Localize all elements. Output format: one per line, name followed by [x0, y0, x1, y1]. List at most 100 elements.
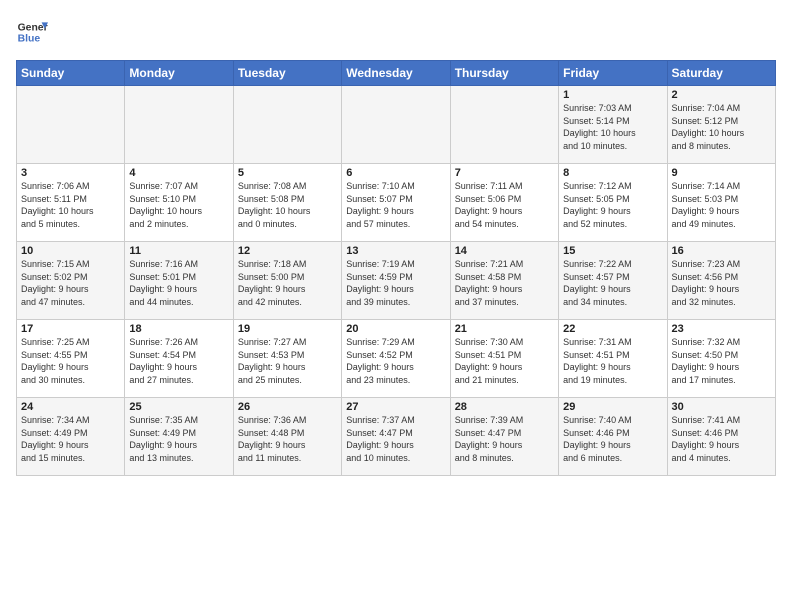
calendar-header-row: SundayMondayTuesdayWednesdayThursdayFrid…	[17, 61, 776, 86]
day-info: Sunrise: 7:35 AM Sunset: 4:49 PM Dayligh…	[129, 414, 228, 464]
day-info: Sunrise: 7:23 AM Sunset: 4:56 PM Dayligh…	[672, 258, 771, 308]
day-info: Sunrise: 7:34 AM Sunset: 4:49 PM Dayligh…	[21, 414, 120, 464]
day-number: 12	[238, 245, 337, 257]
calendar-cell: 10Sunrise: 7:15 AM Sunset: 5:02 PM Dayli…	[17, 242, 125, 320]
day-number: 11	[129, 245, 228, 257]
day-info: Sunrise: 7:10 AM Sunset: 5:07 PM Dayligh…	[346, 180, 445, 230]
calendar-cell: 27Sunrise: 7:37 AM Sunset: 4:47 PM Dayli…	[342, 398, 450, 476]
calendar-cell: 3Sunrise: 7:06 AM Sunset: 5:11 PM Daylig…	[17, 164, 125, 242]
calendar-cell: 7Sunrise: 7:11 AM Sunset: 5:06 PM Daylig…	[450, 164, 558, 242]
day-info: Sunrise: 7:16 AM Sunset: 5:01 PM Dayligh…	[129, 258, 228, 308]
day-number: 15	[563, 245, 662, 257]
calendar-cell	[342, 86, 450, 164]
calendar-cell: 1Sunrise: 7:03 AM Sunset: 5:14 PM Daylig…	[559, 86, 667, 164]
day-info: Sunrise: 7:18 AM Sunset: 5:00 PM Dayligh…	[238, 258, 337, 308]
day-info: Sunrise: 7:41 AM Sunset: 4:46 PM Dayligh…	[672, 414, 771, 464]
day-info: Sunrise: 7:29 AM Sunset: 4:52 PM Dayligh…	[346, 336, 445, 386]
weekday-header: Thursday	[450, 61, 558, 86]
calendar-cell: 6Sunrise: 7:10 AM Sunset: 5:07 PM Daylig…	[342, 164, 450, 242]
calendar-cell	[233, 86, 341, 164]
calendar-cell: 11Sunrise: 7:16 AM Sunset: 5:01 PM Dayli…	[125, 242, 233, 320]
weekday-header: Tuesday	[233, 61, 341, 86]
day-info: Sunrise: 7:40 AM Sunset: 4:46 PM Dayligh…	[563, 414, 662, 464]
day-number: 13	[346, 245, 445, 257]
day-number: 30	[672, 401, 771, 413]
day-info: Sunrise: 7:37 AM Sunset: 4:47 PM Dayligh…	[346, 414, 445, 464]
day-info: Sunrise: 7:19 AM Sunset: 4:59 PM Dayligh…	[346, 258, 445, 308]
day-number: 2	[672, 89, 771, 101]
day-number: 22	[563, 323, 662, 335]
day-info: Sunrise: 7:31 AM Sunset: 4:51 PM Dayligh…	[563, 336, 662, 386]
day-info: Sunrise: 7:11 AM Sunset: 5:06 PM Dayligh…	[455, 180, 554, 230]
day-info: Sunrise: 7:26 AM Sunset: 4:54 PM Dayligh…	[129, 336, 228, 386]
day-info: Sunrise: 7:32 AM Sunset: 4:50 PM Dayligh…	[672, 336, 771, 386]
day-info: Sunrise: 7:39 AM Sunset: 4:47 PM Dayligh…	[455, 414, 554, 464]
day-number: 20	[346, 323, 445, 335]
calendar-cell: 2Sunrise: 7:04 AM Sunset: 5:12 PM Daylig…	[667, 86, 775, 164]
day-number: 19	[238, 323, 337, 335]
day-number: 14	[455, 245, 554, 257]
svg-text:Blue: Blue	[18, 34, 41, 45]
day-number: 18	[129, 323, 228, 335]
logo-icon: General Blue	[16, 16, 48, 48]
day-number: 8	[563, 167, 662, 179]
calendar-cell: 14Sunrise: 7:21 AM Sunset: 4:58 PM Dayli…	[450, 242, 558, 320]
calendar-cell	[450, 86, 558, 164]
calendar-cell: 20Sunrise: 7:29 AM Sunset: 4:52 PM Dayli…	[342, 320, 450, 398]
calendar-cell: 8Sunrise: 7:12 AM Sunset: 5:05 PM Daylig…	[559, 164, 667, 242]
day-info: Sunrise: 7:14 AM Sunset: 5:03 PM Dayligh…	[672, 180, 771, 230]
calendar-cell: 28Sunrise: 7:39 AM Sunset: 4:47 PM Dayli…	[450, 398, 558, 476]
calendar-cell: 9Sunrise: 7:14 AM Sunset: 5:03 PM Daylig…	[667, 164, 775, 242]
calendar-table: SundayMondayTuesdayWednesdayThursdayFrid…	[16, 60, 776, 476]
day-number: 3	[21, 167, 120, 179]
calendar-cell: 23Sunrise: 7:32 AM Sunset: 4:50 PM Dayli…	[667, 320, 775, 398]
day-number: 7	[455, 167, 554, 179]
calendar-cell: 17Sunrise: 7:25 AM Sunset: 4:55 PM Dayli…	[17, 320, 125, 398]
day-info: Sunrise: 7:12 AM Sunset: 5:05 PM Dayligh…	[563, 180, 662, 230]
calendar-cell: 15Sunrise: 7:22 AM Sunset: 4:57 PM Dayli…	[559, 242, 667, 320]
weekday-header: Friday	[559, 61, 667, 86]
day-number: 10	[21, 245, 120, 257]
day-info: Sunrise: 7:36 AM Sunset: 4:48 PM Dayligh…	[238, 414, 337, 464]
day-info: Sunrise: 7:08 AM Sunset: 5:08 PM Dayligh…	[238, 180, 337, 230]
day-info: Sunrise: 7:22 AM Sunset: 4:57 PM Dayligh…	[563, 258, 662, 308]
day-number: 26	[238, 401, 337, 413]
calendar-cell: 12Sunrise: 7:18 AM Sunset: 5:00 PM Dayli…	[233, 242, 341, 320]
calendar-week-row: 10Sunrise: 7:15 AM Sunset: 5:02 PM Dayli…	[17, 242, 776, 320]
calendar-cell	[125, 86, 233, 164]
calendar-cell: 5Sunrise: 7:08 AM Sunset: 5:08 PM Daylig…	[233, 164, 341, 242]
day-number: 29	[563, 401, 662, 413]
calendar-cell: 21Sunrise: 7:30 AM Sunset: 4:51 PM Dayli…	[450, 320, 558, 398]
calendar-week-row: 17Sunrise: 7:25 AM Sunset: 4:55 PM Dayli…	[17, 320, 776, 398]
day-info: Sunrise: 7:04 AM Sunset: 5:12 PM Dayligh…	[672, 102, 771, 152]
day-info: Sunrise: 7:21 AM Sunset: 4:58 PM Dayligh…	[455, 258, 554, 308]
weekday-header: Sunday	[17, 61, 125, 86]
day-number: 17	[21, 323, 120, 335]
day-info: Sunrise: 7:07 AM Sunset: 5:10 PM Dayligh…	[129, 180, 228, 230]
calendar-cell: 24Sunrise: 7:34 AM Sunset: 4:49 PM Dayli…	[17, 398, 125, 476]
header: General Blue	[16, 16, 776, 48]
weekday-header: Monday	[125, 61, 233, 86]
weekday-header: Saturday	[667, 61, 775, 86]
calendar-cell: 19Sunrise: 7:27 AM Sunset: 4:53 PM Dayli…	[233, 320, 341, 398]
day-number: 23	[672, 323, 771, 335]
page-container: General Blue SundayMondayTuesdayWednesda…	[0, 0, 792, 484]
day-number: 1	[563, 89, 662, 101]
day-info: Sunrise: 7:03 AM Sunset: 5:14 PM Dayligh…	[563, 102, 662, 152]
calendar-cell	[17, 86, 125, 164]
day-number: 28	[455, 401, 554, 413]
day-info: Sunrise: 7:30 AM Sunset: 4:51 PM Dayligh…	[455, 336, 554, 386]
day-number: 27	[346, 401, 445, 413]
day-number: 5	[238, 167, 337, 179]
calendar-cell: 16Sunrise: 7:23 AM Sunset: 4:56 PM Dayli…	[667, 242, 775, 320]
logo: General Blue	[16, 16, 48, 48]
day-number: 6	[346, 167, 445, 179]
calendar-week-row: 1Sunrise: 7:03 AM Sunset: 5:14 PM Daylig…	[17, 86, 776, 164]
day-number: 9	[672, 167, 771, 179]
calendar-week-row: 3Sunrise: 7:06 AM Sunset: 5:11 PM Daylig…	[17, 164, 776, 242]
day-number: 16	[672, 245, 771, 257]
day-info: Sunrise: 7:27 AM Sunset: 4:53 PM Dayligh…	[238, 336, 337, 386]
calendar-cell: 13Sunrise: 7:19 AM Sunset: 4:59 PM Dayli…	[342, 242, 450, 320]
day-number: 24	[21, 401, 120, 413]
calendar-week-row: 24Sunrise: 7:34 AM Sunset: 4:49 PM Dayli…	[17, 398, 776, 476]
